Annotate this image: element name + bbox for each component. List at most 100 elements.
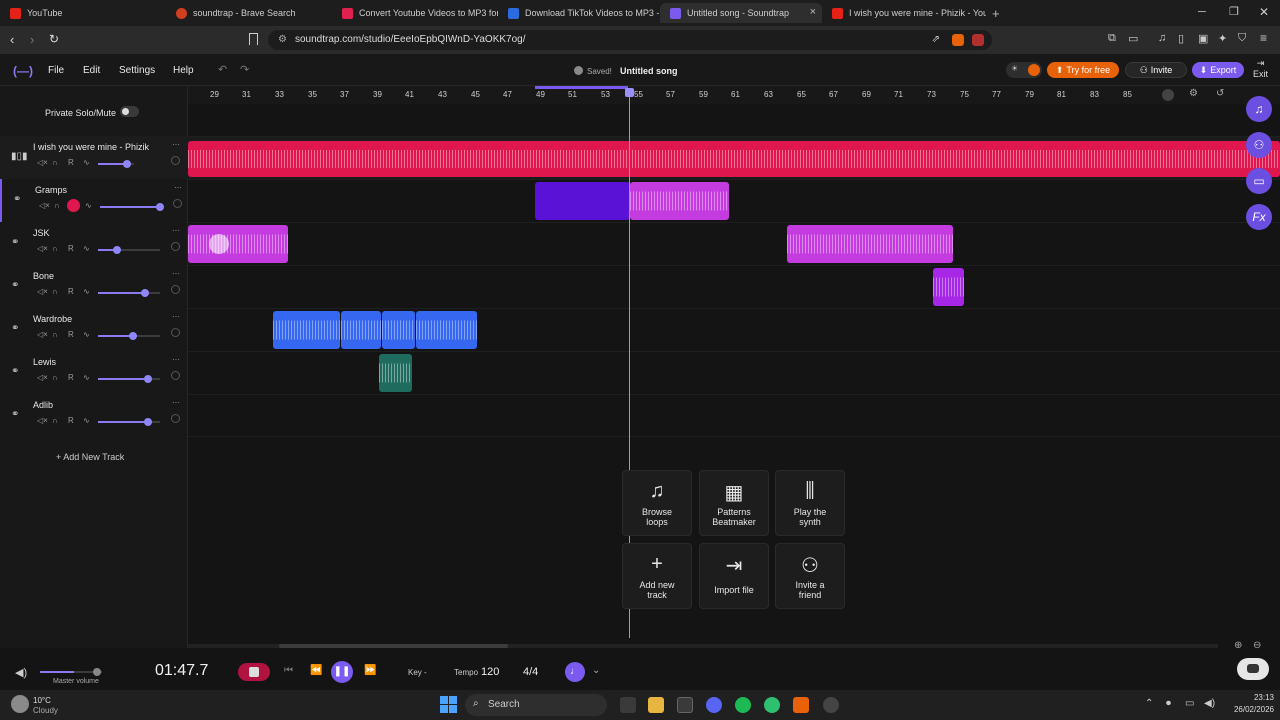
share-icon[interactable]: ⇗ bbox=[932, 30, 940, 50]
redo-icon[interactable]: ↷ bbox=[240, 63, 249, 76]
pan-knob[interactable] bbox=[171, 328, 180, 337]
brave-shields-icon[interactable] bbox=[952, 34, 964, 46]
invite-button[interactable]: ⚇ Invite bbox=[1125, 62, 1187, 78]
track-name[interactable]: Bone bbox=[33, 271, 54, 281]
tab-convert-youtube[interactable]: Convert Youtube Videos to MP3 for f bbox=[332, 3, 498, 23]
record-arm-button[interactable]: R bbox=[68, 416, 74, 425]
record-button[interactable] bbox=[238, 663, 270, 681]
track-name[interactable]: JSK bbox=[33, 228, 50, 238]
brave-browser-icon[interactable] bbox=[793, 697, 809, 713]
reload-icon[interactable]: ↻ bbox=[49, 32, 59, 46]
midi-clip[interactable] bbox=[535, 182, 630, 220]
chat-support-button[interactable] bbox=[1237, 658, 1269, 680]
solo-headphones-icon[interactable]: ∩ bbox=[52, 330, 58, 339]
track-header[interactable]: ▮▯▮ I wish you were mine - Phizik ··· ◁×… bbox=[0, 136, 188, 179]
settings-gear-icon[interactable]: ⚙ bbox=[1189, 88, 1198, 99]
volume-slider[interactable] bbox=[98, 160, 134, 168]
import-file-card[interactable]: ⇥ Import file bbox=[699, 543, 769, 609]
task-view-icon[interactable] bbox=[620, 697, 636, 713]
network-icon[interactable]: ▭ bbox=[1185, 698, 1194, 709]
pan-knob[interactable] bbox=[171, 414, 180, 423]
media-icon[interactable]: ♫ bbox=[1158, 32, 1166, 44]
volume-icon[interactable]: ◀) bbox=[1204, 698, 1215, 709]
zoom-out-icon[interactable]: ⊖ bbox=[1253, 640, 1261, 651]
forward-icon[interactable]: › bbox=[30, 32, 34, 47]
track-lane[interactable] bbox=[188, 179, 1280, 222]
record-arm-button[interactable]: R bbox=[68, 330, 74, 339]
bookmark-icon[interactable] bbox=[249, 33, 258, 45]
undo-icon[interactable]: ↶ bbox=[218, 63, 227, 76]
key-selector[interactable]: Key - bbox=[408, 668, 427, 677]
site-info-icon[interactable]: ⚙ bbox=[278, 30, 287, 50]
mute-icon[interactable]: ◁× bbox=[37, 373, 48, 382]
track-lane[interactable] bbox=[188, 308, 1280, 351]
minimize-icon[interactable]: ─ bbox=[1198, 6, 1206, 18]
taskbar-search[interactable]: ⌕ Search bbox=[465, 694, 607, 716]
leo-icon[interactable]: ✦ bbox=[1218, 32, 1227, 45]
more-options-icon[interactable]: ··· bbox=[172, 355, 180, 364]
sidebar-toggle-icon[interactable]: ▯ bbox=[1178, 32, 1184, 45]
record-arm-button[interactable]: R bbox=[68, 287, 74, 296]
automation-icon[interactable]: ∿ bbox=[83, 330, 90, 339]
more-options-icon[interactable]: ··· bbox=[172, 312, 180, 321]
mute-icon[interactable]: ◁× bbox=[39, 201, 50, 210]
microphone-icon[interactable]: ⏺ bbox=[1166, 698, 1171, 709]
exit-button[interactable]: ⇥ Exit bbox=[1253, 58, 1268, 79]
midi-clip[interactable] bbox=[188, 225, 288, 263]
track-lane[interactable] bbox=[188, 394, 1280, 437]
discord-icon[interactable] bbox=[706, 697, 722, 713]
effects-icon[interactable]: Fx bbox=[1246, 204, 1272, 230]
soundtrap-logo-icon[interactable]: (—) bbox=[13, 64, 33, 78]
playhead-handle[interactable] bbox=[625, 88, 634, 97]
track-lane[interactable] bbox=[188, 351, 1280, 394]
more-options-icon[interactable]: ··· bbox=[174, 183, 182, 192]
clock-time[interactable]: 23:13 bbox=[1222, 693, 1274, 702]
automation-icon[interactable]: ∿ bbox=[83, 244, 90, 253]
add-new-track-card[interactable]: + Add new track bbox=[622, 543, 692, 609]
instruments-icon[interactable]: ♫ bbox=[1246, 96, 1272, 122]
solo-headphones-icon[interactable]: ∩ bbox=[52, 158, 58, 167]
mute-icon[interactable]: ◁× bbox=[37, 158, 48, 167]
pan-knob[interactable] bbox=[173, 199, 182, 208]
midi-clip[interactable] bbox=[933, 268, 964, 306]
menu-edit[interactable]: Edit bbox=[83, 65, 100, 76]
solo-headphones-icon[interactable]: ∩ bbox=[52, 244, 58, 253]
automation-icon[interactable]: ∿ bbox=[83, 287, 90, 296]
store-icon[interactable] bbox=[677, 697, 693, 713]
private-solo-toggle[interactable] bbox=[120, 106, 139, 117]
pan-knob[interactable] bbox=[171, 285, 180, 294]
try-for-free-button[interactable]: ⬆ Try for free bbox=[1047, 62, 1119, 78]
timeline-ruler[interactable]: 29 31 33 35 37 39 41 43 45 47 49 51 53 5… bbox=[188, 86, 1280, 104]
time-signature[interactable]: 4/4 bbox=[523, 666, 538, 678]
close-tab-icon[interactable]: × bbox=[810, 6, 816, 18]
chat-icon[interactable]: ▭ bbox=[1246, 168, 1272, 194]
menu-help[interactable]: Help bbox=[173, 65, 194, 76]
solo-headphones-icon[interactable]: ∩ bbox=[52, 416, 58, 425]
tab-soundtrap[interactable]: Untitled song - Soundtrap × bbox=[660, 3, 822, 23]
url-bar[interactable]: ⚙ soundtrap.com/studio/EeeIoEpbQIWnD-YaO… bbox=[268, 30, 992, 50]
snap-icon[interactable] bbox=[1162, 89, 1174, 101]
close-window-icon[interactable]: ✕ bbox=[1259, 5, 1269, 19]
midi-clip[interactable] bbox=[379, 354, 412, 392]
tab-youtube[interactable]: YouTube bbox=[0, 3, 166, 23]
solo-headphones-icon[interactable]: ∩ bbox=[52, 373, 58, 382]
record-arm-button[interactable]: R bbox=[68, 373, 74, 382]
spotify-icon[interactable] bbox=[735, 697, 751, 713]
export-button[interactable]: ⬇ Export bbox=[1192, 62, 1244, 78]
tab-youtube-song[interactable]: I wish you were mine - Phizik - YouTu bbox=[822, 3, 986, 23]
add-new-track-button[interactable]: + Add New Track bbox=[56, 452, 124, 462]
vpn-icon[interactable]: ⛉ bbox=[1238, 32, 1246, 45]
mute-icon[interactable]: ◁× bbox=[37, 416, 48, 425]
mute-icon[interactable]: ◁× bbox=[37, 287, 48, 296]
automation-icon[interactable]: ∿ bbox=[85, 201, 92, 210]
tray-chevron-icon[interactable]: ⌃ bbox=[1145, 698, 1153, 709]
pause-button[interactable]: ❚❚ bbox=[331, 661, 353, 683]
record-armed-icon[interactable] bbox=[67, 199, 80, 212]
midi-clip[interactable] bbox=[341, 311, 381, 349]
volume-slider[interactable] bbox=[98, 375, 160, 383]
audio-clip[interactable] bbox=[188, 141, 1280, 177]
menu-icon[interactable]: ≡ bbox=[1260, 31, 1267, 45]
skip-start-icon[interactable]: ⏮ bbox=[284, 665, 293, 676]
midi-clip[interactable] bbox=[787, 225, 953, 263]
track-name[interactable]: Gramps bbox=[35, 185, 67, 195]
